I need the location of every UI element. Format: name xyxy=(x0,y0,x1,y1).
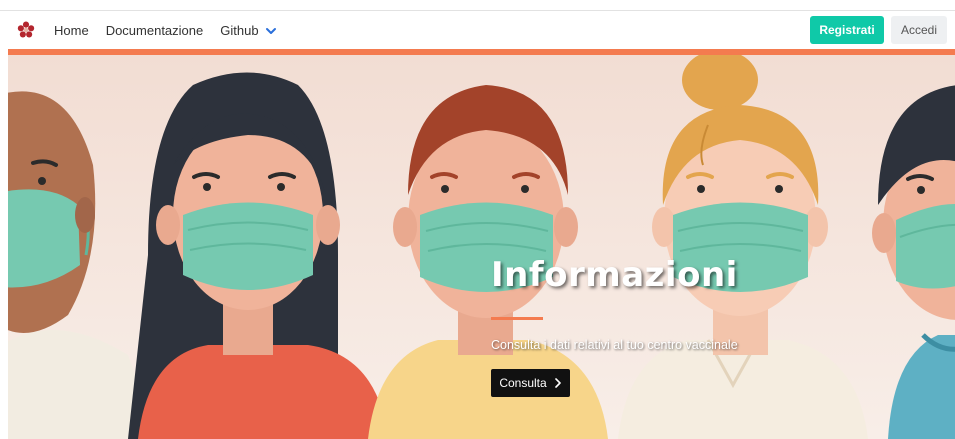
consulta-button[interactable]: Consulta xyxy=(491,369,570,397)
flower-logo-icon[interactable] xyxy=(17,21,35,39)
hero-title: Informazioni xyxy=(491,255,738,295)
chevron-down-icon xyxy=(265,27,276,34)
browser-top-strip xyxy=(0,0,955,11)
nav-dropdown-label: Github xyxy=(220,23,259,38)
hero-title-underline xyxy=(491,317,543,320)
nav-link-documentazione[interactable]: Documentazione xyxy=(106,23,204,38)
nav-link-home[interactable]: Home xyxy=(54,23,89,38)
consulta-button-label: Consulta xyxy=(499,376,547,390)
navbar: Home Documentazione Github Registrati Ac… xyxy=(8,12,955,49)
chevron-right-icon xyxy=(554,378,561,388)
nav-links: Home Documentazione Github xyxy=(54,12,277,49)
register-button[interactable]: Registrati xyxy=(810,16,884,44)
nav-dropdown-github[interactable]: Github xyxy=(220,23,276,38)
hero-subtitle: Consulta i dati relativi al tuo centro v… xyxy=(491,338,738,352)
hero-content: Informazioni Consulta i dati relativi al… xyxy=(491,255,931,397)
hero-section: Informazioni Consulta i dati relativi al… xyxy=(8,55,955,439)
login-button[interactable]: Accedi xyxy=(891,16,947,44)
